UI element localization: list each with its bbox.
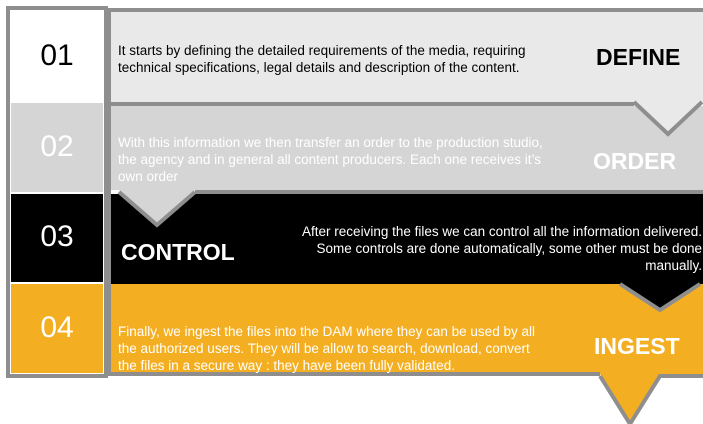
step-number-02: 02 xyxy=(40,130,74,163)
step-title-order: ORDER xyxy=(593,148,677,174)
process-diagram: 01 It starts by defining the detailed re… xyxy=(0,0,703,424)
step-text-define: It starts by defining the detailed requi… xyxy=(118,43,526,75)
content-frame-left xyxy=(107,8,111,376)
step-text-order: With this information we then transfer a… xyxy=(118,135,543,184)
step-number-01: 01 xyxy=(40,39,74,72)
step-number-03: 03 xyxy=(40,220,74,253)
step-number-04: 04 xyxy=(40,311,74,344)
step-text-ingest: Finally, we ingest the files into the DA… xyxy=(118,324,535,373)
step-title-define: DEFINE xyxy=(596,44,681,70)
step-title-ingest: INGEST xyxy=(594,333,680,359)
content-frame-top xyxy=(107,8,703,12)
step-text-control: After receiving the files we can control… xyxy=(302,224,702,273)
step-title-control: CONTROL xyxy=(121,239,235,265)
